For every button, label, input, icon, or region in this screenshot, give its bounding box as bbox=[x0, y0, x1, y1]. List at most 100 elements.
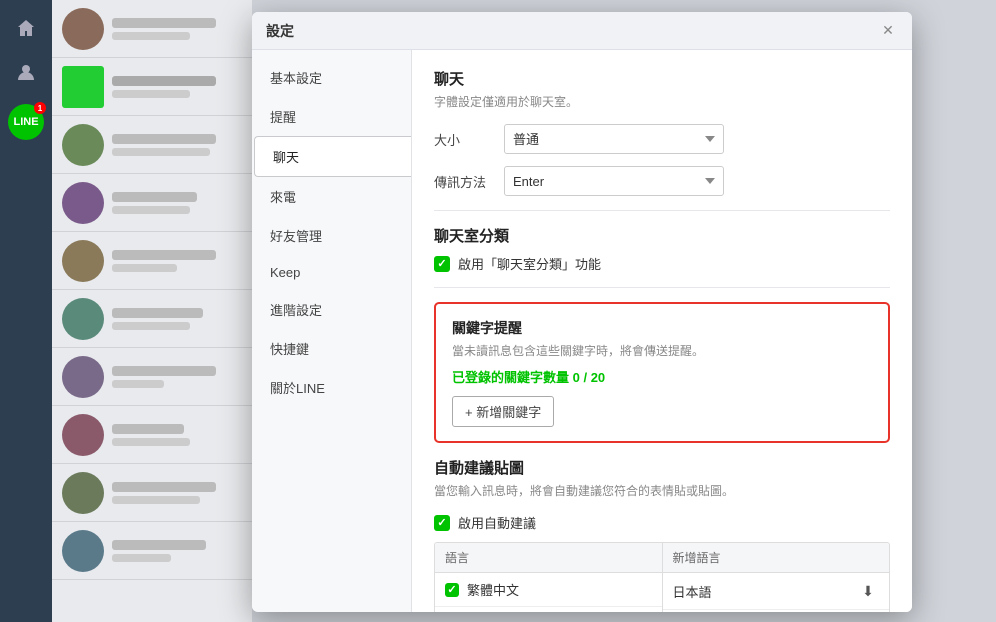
list-item[interactable] bbox=[52, 464, 252, 522]
lang-item-japanese: 日本語 ⬇ bbox=[663, 573, 890, 610]
size-row: 大小 小 普通 大 bbox=[434, 124, 890, 154]
size-label: 大小 bbox=[434, 130, 504, 149]
list-item[interactable] bbox=[52, 290, 252, 348]
nav-item-friends[interactable]: 好友管理 bbox=[252, 216, 411, 255]
chat-name bbox=[112, 76, 216, 86]
sticker-checkbox-label: 啟用自動建議 bbox=[458, 513, 536, 532]
nav-item-keep[interactable]: Keep bbox=[252, 255, 411, 290]
sticker-checkbox-row: 啟用自動建議 bbox=[434, 513, 890, 532]
dialog-body: 基本設定 提醒 聊天 來電 好友管理 Keep 進階設定 快捷鍵 關於LINE … bbox=[252, 50, 912, 612]
chat-name bbox=[112, 192, 197, 202]
chat-preview bbox=[112, 554, 171, 562]
chat-section-subtitle: 字體設定僅適用於聊天室。 bbox=[434, 93, 890, 110]
chat-preview bbox=[112, 32, 190, 40]
settings-dialog: 設定 ✕ 基本設定 提醒 聊天 來電 好友管理 Keep 進階設定 快捷鍵 關於… bbox=[252, 12, 912, 612]
lang-checkbox-traditional-chinese[interactable] bbox=[445, 583, 459, 597]
nav-item-calls[interactable]: 來電 bbox=[252, 177, 411, 216]
sidebar-line-icon[interactable]: LINE 1 bbox=[8, 104, 44, 140]
chat-section-title: 聊天 bbox=[434, 68, 890, 89]
download-japanese-button[interactable]: ⬇ bbox=[857, 580, 879, 602]
list-item[interactable] bbox=[52, 58, 252, 116]
room-category-checkbox-label: 啟用「聊天室分類」功能 bbox=[458, 254, 601, 273]
notification-badge: 1 bbox=[34, 102, 46, 114]
avatar bbox=[62, 298, 104, 340]
avatar bbox=[62, 8, 104, 50]
list-item[interactable] bbox=[52, 406, 252, 464]
lang-item-traditional-chinese: 繁體中文 bbox=[435, 573, 662, 607]
sidebar-profile-icon[interactable] bbox=[8, 54, 44, 90]
room-category-checkbox-row: 啟用「聊天室分類」功能 bbox=[434, 254, 890, 273]
lang-label-japanese: 日本語 bbox=[673, 582, 712, 601]
chat-name bbox=[112, 308, 203, 318]
chat-preview bbox=[112, 380, 164, 388]
lang-item-bahasa: Bahasa Indonesia ⬇ bbox=[663, 610, 890, 612]
room-category-checkbox[interactable] bbox=[434, 256, 450, 272]
nav-item-chat[interactable]: 聊天 bbox=[254, 136, 411, 177]
send-method-row: 傳訊方法 Enter Ctrl+Enter bbox=[434, 166, 890, 196]
list-item[interactable] bbox=[52, 348, 252, 406]
add-language-col-header: 新增語言 bbox=[663, 543, 890, 573]
language-col-header: 語言 bbox=[435, 543, 662, 573]
keyword-section-desc: 當未讀訊息包含這些關鍵字時，將會傳送提醒。 bbox=[452, 342, 872, 359]
sticker-checkbox[interactable] bbox=[434, 515, 450, 531]
chat-preview bbox=[112, 206, 190, 214]
close-button[interactable]: ✕ bbox=[878, 21, 898, 41]
keyword-count-label: 已登錄的關鍵字數量 0 / 20 bbox=[452, 367, 872, 386]
nav-item-notification[interactable]: 提醒 bbox=[252, 97, 411, 136]
chat-name bbox=[112, 482, 216, 492]
list-item[interactable] bbox=[52, 0, 252, 58]
sticker-section-desc: 當您輸入訊息時，將會自動建議您符合的表情貼或貼圖。 bbox=[434, 482, 890, 499]
chat-name bbox=[112, 18, 216, 28]
sticker-section: 自動建議貼圖 當您輸入訊息時，將會自動建議您符合的表情貼或貼圖。 啟用自動建議 … bbox=[434, 457, 890, 612]
chat-list-panel bbox=[52, 0, 252, 622]
chat-name bbox=[112, 134, 216, 144]
dialog-titlebar: 設定 ✕ bbox=[252, 12, 912, 50]
chat-preview bbox=[112, 322, 190, 330]
avatar bbox=[62, 66, 104, 108]
size-select[interactable]: 小 普通 大 bbox=[504, 124, 724, 154]
available-languages-col: 新增語言 日本語 ⬇ Bahasa Indonesia ⬇ Español ⬇ bbox=[662, 543, 890, 612]
chat-name bbox=[112, 366, 216, 376]
avatar bbox=[62, 240, 104, 282]
nav-item-basic[interactable]: 基本設定 bbox=[252, 58, 411, 97]
list-item[interactable] bbox=[52, 232, 252, 290]
keyword-section-title: 關鍵字提醒 bbox=[452, 318, 872, 338]
chat-preview bbox=[112, 496, 200, 504]
chat-name bbox=[112, 424, 184, 434]
left-sidebar: LINE 1 bbox=[0, 0, 52, 622]
settings-content: 聊天 字體設定僅適用於聊天室。 大小 小 普通 大 傳訊方法 Enter Ctr… bbox=[412, 50, 912, 612]
chat-name bbox=[112, 250, 216, 260]
chat-preview bbox=[112, 264, 177, 272]
lang-label-traditional-chinese: 繁體中文 bbox=[467, 580, 519, 599]
lang-item-english: English bbox=[435, 607, 662, 612]
list-item[interactable] bbox=[52, 116, 252, 174]
chat-preview bbox=[112, 438, 190, 446]
sticker-section-title: 自動建議貼圖 bbox=[434, 457, 890, 478]
divider-2 bbox=[434, 287, 890, 288]
chat-name bbox=[112, 540, 206, 550]
avatar bbox=[62, 414, 104, 456]
divider-1 bbox=[434, 210, 890, 211]
list-item[interactable] bbox=[52, 174, 252, 232]
chat-preview bbox=[112, 148, 210, 156]
enabled-languages-col: 語言 繁體中文 English bbox=[435, 543, 662, 612]
avatar bbox=[62, 472, 104, 514]
settings-nav: 基本設定 提醒 聊天 來電 好友管理 Keep 進階設定 快捷鍵 關於LINE bbox=[252, 50, 412, 612]
dialog-title: 設定 bbox=[266, 21, 878, 41]
send-method-label: 傳訊方法 bbox=[434, 172, 504, 191]
chat-preview bbox=[112, 90, 190, 98]
keyword-alert-box: 關鍵字提醒 當未讀訊息包含這些關鍵字時，將會傳送提醒。 已登錄的關鍵字數量 0 … bbox=[434, 302, 890, 443]
avatar bbox=[62, 182, 104, 224]
list-item[interactable] bbox=[52, 522, 252, 580]
nav-item-shortcuts[interactable]: 快捷鍵 bbox=[252, 329, 411, 368]
send-method-select[interactable]: Enter Ctrl+Enter bbox=[504, 166, 724, 196]
avatar bbox=[62, 530, 104, 572]
language-table: 語言 繁體中文 English 新增語言 bbox=[434, 542, 890, 612]
nav-item-advanced[interactable]: 進階設定 bbox=[252, 290, 411, 329]
add-keyword-button[interactable]: + 新增關鍵字 bbox=[452, 396, 554, 427]
sidebar-home-icon[interactable] bbox=[8, 10, 44, 46]
avatar bbox=[62, 356, 104, 398]
avatar bbox=[62, 124, 104, 166]
nav-item-about[interactable]: 關於LINE bbox=[252, 368, 411, 407]
room-category-title: 聊天室分類 bbox=[434, 225, 890, 246]
